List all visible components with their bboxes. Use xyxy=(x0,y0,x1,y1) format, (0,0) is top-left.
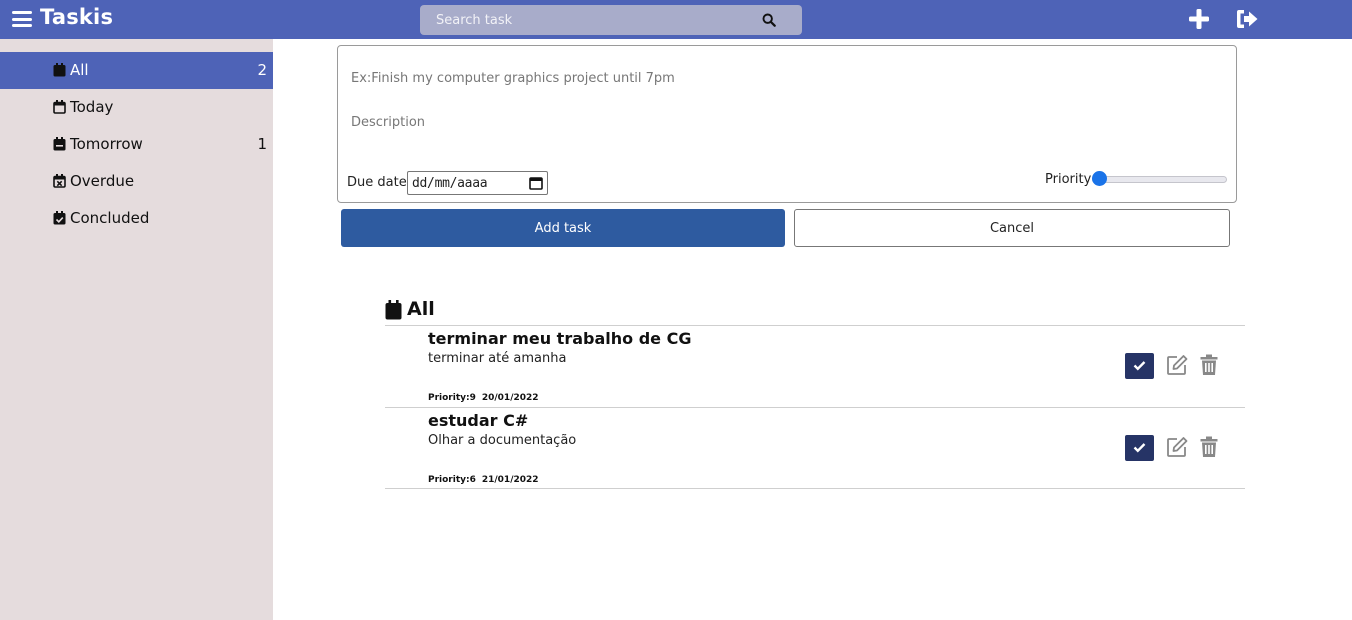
task-description: terminar até amanha xyxy=(428,351,567,366)
search-input[interactable] xyxy=(420,5,760,35)
priority-slider-track xyxy=(1092,176,1227,183)
edit-icon[interactable] xyxy=(1166,436,1188,458)
due-date-value: dd/mm/aaaa xyxy=(412,176,488,191)
task-title: estudar C# xyxy=(428,411,529,430)
task-priority: Priority:6 xyxy=(428,475,476,485)
sidebar-item-label: Today xyxy=(70,98,114,116)
calendar-check-icon xyxy=(53,211,66,225)
task-date: 21/01/2022 xyxy=(481,475,539,485)
sidebar-item-tomorrow[interactable]: Tomorrow 1 xyxy=(0,126,273,163)
plus-icon[interactable] xyxy=(1188,8,1210,30)
check-icon xyxy=(1133,361,1146,371)
search-icon[interactable] xyxy=(762,13,776,27)
sidebar-item-count: 2 xyxy=(257,61,267,79)
due-date-label: Due date xyxy=(347,175,407,190)
sidebar-item-label: All xyxy=(70,61,89,79)
calendar-minus-icon xyxy=(53,137,66,151)
task-list-title: All xyxy=(407,298,435,320)
new-task-form: Due date dd/mm/aaaa Priority xyxy=(337,45,1237,203)
sidebar-item-label: Concluded xyxy=(70,209,150,227)
task-meta: Priority:6 21/01/2022 xyxy=(428,475,545,485)
complete-task-button[interactable] xyxy=(1125,435,1154,461)
divider xyxy=(385,488,1245,489)
task-item: terminar meu trabalho de CG terminar até… xyxy=(385,326,1245,406)
calendar-icon xyxy=(53,63,66,77)
sidebar-item-today[interactable]: Today xyxy=(0,89,273,126)
calendar-x-icon xyxy=(53,174,66,188)
sidebar: All 2 Today Tomorrow 1 Overdue Concluded xyxy=(0,39,273,620)
calendar-outline-icon xyxy=(53,100,66,114)
calendar-picker-icon[interactable] xyxy=(529,176,543,190)
trash-icon[interactable] xyxy=(1200,436,1218,458)
logout-icon[interactable] xyxy=(1235,8,1259,30)
add-task-button[interactable]: Add task xyxy=(341,209,785,247)
sidebar-item-concluded[interactable]: Concluded xyxy=(0,200,273,237)
task-description: Olhar a documentação xyxy=(428,433,577,448)
sidebar-item-count: 1 xyxy=(257,135,267,153)
task-title-input[interactable] xyxy=(346,66,1206,90)
sidebar-item-all[interactable]: All 2 xyxy=(0,52,273,89)
task-meta: Priority:9 20/01/2022 xyxy=(428,393,545,403)
task-priority: Priority:9 xyxy=(428,393,476,403)
priority-label: Priority xyxy=(1045,172,1092,187)
app-title: Taskis xyxy=(40,5,114,29)
trash-icon[interactable] xyxy=(1200,354,1218,376)
task-date: 20/01/2022 xyxy=(481,393,539,403)
sidebar-item-overdue[interactable]: Overdue xyxy=(0,163,273,200)
sidebar-item-label: Tomorrow xyxy=(70,135,143,153)
cancel-button[interactable]: Cancel xyxy=(794,209,1230,247)
calendar-icon xyxy=(385,300,402,320)
complete-task-button[interactable] xyxy=(1125,353,1154,379)
edit-icon[interactable] xyxy=(1166,354,1188,376)
priority-slider[interactable] xyxy=(1092,171,1227,187)
task-title: terminar meu trabalho de CG xyxy=(428,329,692,348)
due-date-input[interactable]: dd/mm/aaaa xyxy=(407,171,548,195)
search-box[interactable] xyxy=(420,5,802,35)
sidebar-item-label: Overdue xyxy=(70,172,135,190)
top-bar: Taskis xyxy=(0,0,1352,39)
task-item: estudar C# Olhar a documentação Priority… xyxy=(385,408,1245,488)
check-icon xyxy=(1133,443,1146,453)
menu-icon[interactable] xyxy=(12,11,32,27)
priority-slider-thumb[interactable] xyxy=(1092,171,1107,186)
task-description-input[interactable] xyxy=(346,110,1206,134)
